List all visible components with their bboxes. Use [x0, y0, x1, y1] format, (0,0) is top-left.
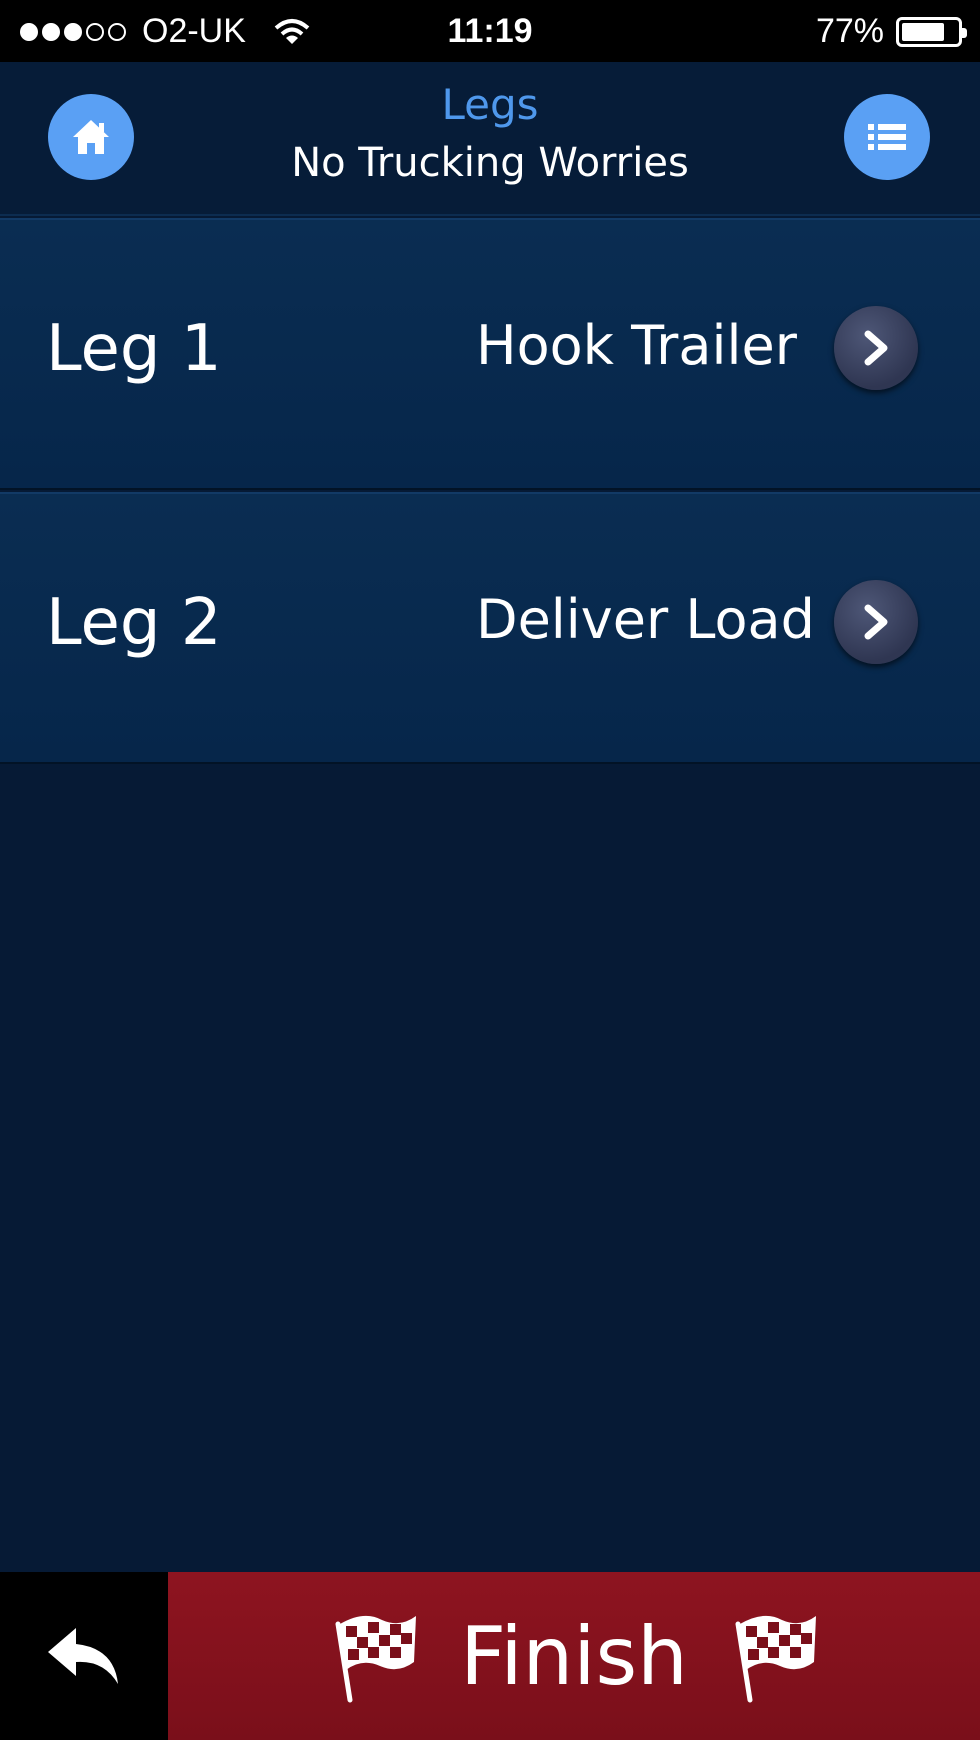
finish-label: Finish [460, 1609, 688, 1703]
checkered-flag-icon [335, 1615, 417, 1703]
header: Legs No Trucking Worries [0, 62, 980, 216]
status-bar: O2-UK 11:19 77% [0, 0, 980, 62]
page-title: Legs [441, 80, 539, 129]
checkered-flag-icon [735, 1615, 816, 1703]
legs-list: Leg 1 Hook Trailer Leg 2 Deliver Load [0, 218, 980, 766]
leg-row-1[interactable]: Leg 1 Hook Trailer [0, 218, 980, 490]
bottom-bar: Finish [0, 1572, 980, 1740]
chevron-right-icon [864, 330, 888, 366]
list-icon [868, 124, 906, 150]
leg-2-open-button[interactable] [834, 580, 918, 664]
leg-row-2[interactable]: Leg 2 Deliver Load [0, 492, 980, 764]
leg-name: Leg 1 [46, 312, 222, 386]
chevron-right-icon [864, 604, 888, 640]
leg-action: Deliver Load [476, 588, 815, 651]
list-button[interactable] [844, 94, 930, 180]
finish-button[interactable]: Finish [168, 1572, 980, 1740]
leg-1-open-button[interactable] [834, 306, 918, 390]
screen: O2-UK 11:19 77% Legs No Trucking Worries [0, 0, 980, 1740]
back-arrow-icon [48, 1628, 118, 1684]
leg-name: Leg 2 [46, 586, 222, 660]
battery-percent: 77% [815, 12, 884, 50]
leg-action: Hook Trailer [476, 314, 797, 377]
battery-icon [896, 16, 967, 47]
status-right: 77% [815, 12, 967, 51]
page-subtitle: No Trucking Worries [291, 140, 689, 186]
back-button[interactable] [0, 1572, 168, 1740]
